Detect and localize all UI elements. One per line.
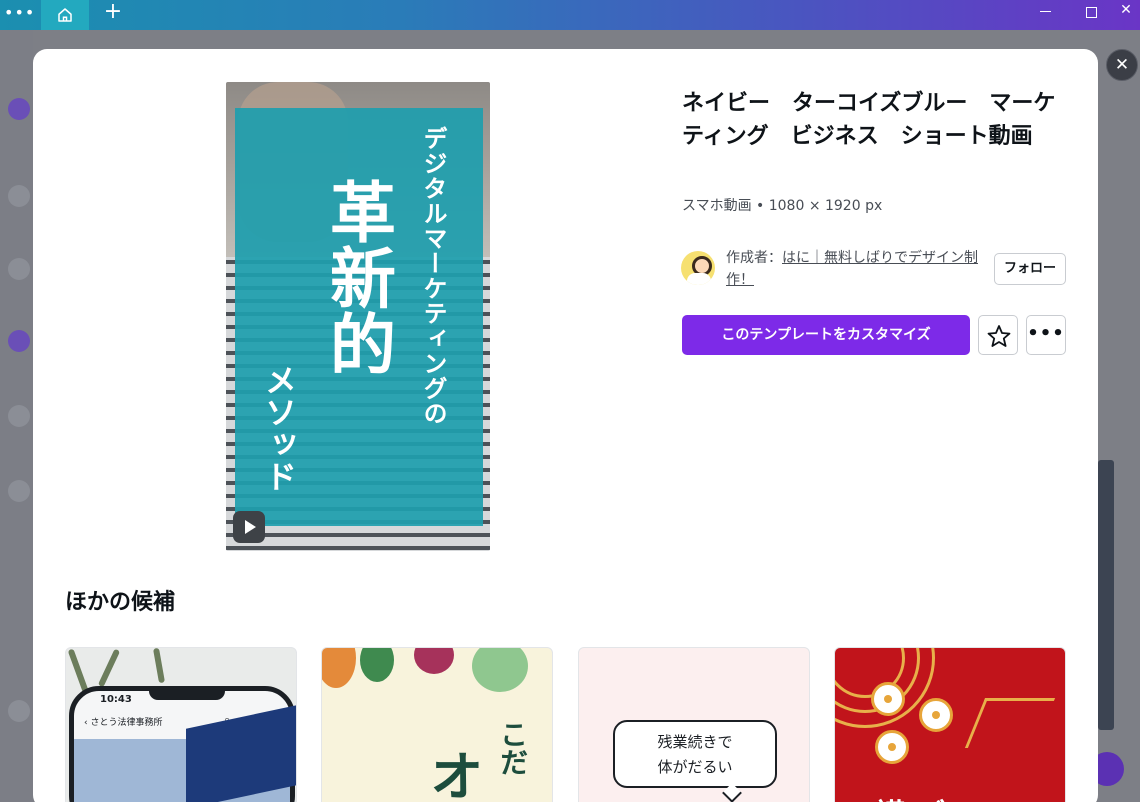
phone-time: 10:43 xyxy=(100,694,132,705)
template-preview[interactable]: デジタルマーケティングの 革新的 メソッド xyxy=(226,82,490,551)
modal-close-button[interactable]: ✕ xyxy=(1106,49,1138,81)
beet-illustration xyxy=(414,648,454,674)
author-line: 作成者：はに｜無料しばりでデザイン制作！ xyxy=(726,247,988,291)
customize-template-button[interactable]: このテンプレートをカスタマイズ xyxy=(682,315,970,355)
background-panel xyxy=(1098,460,1114,730)
template-card[interactable]: 10:43 ‹ さとう法律事務所 ⌕ ▯ ☰ xyxy=(65,647,297,802)
preview-line-3: メソッド xyxy=(260,364,298,492)
template-card[interactable]: こだ オ xyxy=(321,647,553,802)
avatar[interactable] xyxy=(681,251,715,285)
more-options-button[interactable]: ••• xyxy=(1026,315,1066,355)
background-icon xyxy=(8,480,30,502)
author-prefix: 作成者： xyxy=(726,250,782,266)
home-icon xyxy=(58,8,72,22)
bubble-line-1: 残業続きで xyxy=(657,733,733,751)
plum-flower-icon xyxy=(919,698,953,732)
background-icon xyxy=(8,700,30,722)
play-icon[interactable] xyxy=(233,511,265,543)
phone-nav-title: ‹ さとう法律事務所 xyxy=(84,718,163,728)
background-icon xyxy=(8,330,30,352)
background-sidebar xyxy=(0,30,33,802)
plum-flower-icon xyxy=(875,730,909,764)
star-icon xyxy=(987,325,1011,347)
bubble-line-2: 体がだるい xyxy=(657,758,733,776)
template-card[interactable]: 残業続きで 体がだるい xyxy=(578,647,810,802)
carrot-illustration xyxy=(322,648,356,688)
background-icon xyxy=(8,258,30,280)
template-meta: スマホ動画 • 1080 × 1920 px xyxy=(682,198,883,214)
plant-decoration xyxy=(97,648,121,688)
phone-notch xyxy=(149,686,225,700)
menu-dots-icon[interactable]: ••• xyxy=(4,3,34,27)
card-text-bottom: 謹 ご xyxy=(875,790,1025,802)
window-close-button[interactable]: ✕ xyxy=(1116,1,1136,21)
home-tab[interactable] xyxy=(41,0,89,30)
template-modal: デジタルマーケティングの 革新的 メソッド ネイビー ターコイズブルー マーケテ… xyxy=(33,49,1098,802)
preview-line-2: 革新的 xyxy=(319,178,396,376)
plant-decoration xyxy=(153,648,165,684)
maximize-button[interactable] xyxy=(1081,3,1101,23)
section-title: ほかの候補 xyxy=(65,590,176,615)
speech-bubble: 残業続きで 体がだるい xyxy=(613,720,777,788)
favorite-button[interactable] xyxy=(978,315,1018,355)
follow-button[interactable]: フォロー xyxy=(994,253,1066,285)
title-bar: ••• + ✕ xyxy=(0,0,1140,30)
card-text-small: こだ xyxy=(496,720,529,776)
template-title: ネイビー ターコイズブルー マーケティング ビジネス ショート動画 xyxy=(682,91,1056,149)
minimize-button[interactable] xyxy=(1036,3,1056,23)
background-icon xyxy=(8,98,30,120)
background-icon xyxy=(8,185,30,207)
plum-flower-icon xyxy=(871,682,905,716)
cucumber-illustration xyxy=(360,648,394,682)
broccoli-illustration xyxy=(472,648,528,692)
preview-line-1: デジタルマーケティングの xyxy=(419,126,447,426)
template-card[interactable]: 謹 ご xyxy=(834,647,1066,802)
card-text-large: オ xyxy=(420,748,483,802)
new-tab-button[interactable]: + xyxy=(101,1,125,25)
background-icon xyxy=(8,405,30,427)
mount-fuji-icon xyxy=(964,698,1056,748)
